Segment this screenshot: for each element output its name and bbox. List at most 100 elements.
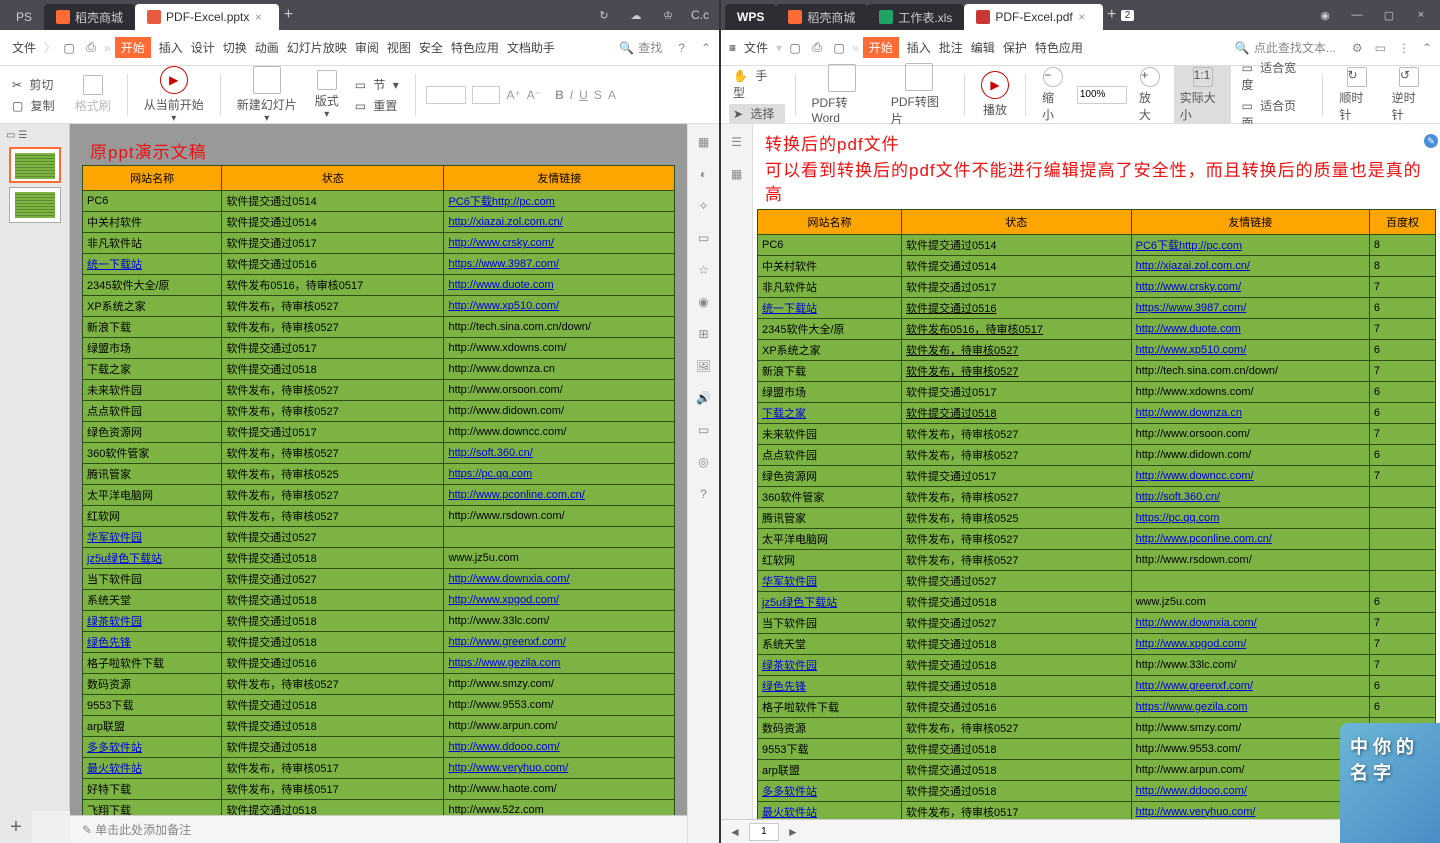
cell-link[interactable]: http://www.crsky.com/ <box>1131 276 1369 297</box>
cell-link[interactable]: http://www.xpgod.com/ <box>1131 633 1369 654</box>
menu-item[interactable]: 插入 <box>155 41 187 55</box>
menu-item[interactable]: 保护 <box>999 41 1031 55</box>
tab-docer-r[interactable]: 稻壳商城 <box>776 4 867 30</box>
menu-start-r[interactable]: 开始 <box>863 37 899 58</box>
tab-ps[interactable]: PS <box>4 4 44 30</box>
cell-link[interactable]: http://www.xp510.com/ <box>1131 339 1369 360</box>
cell-link[interactable]: http://www.duote.com <box>1131 318 1369 339</box>
cell-link[interactable]: http://www.greenxf.com/ <box>1131 675 1369 696</box>
cell-link[interactable]: http://soft.360.cn/ <box>444 443 675 464</box>
save-icon[interactable]: ▢ <box>60 39 78 57</box>
cell-link[interactable]: http://www.ddooo.com/ <box>444 737 675 758</box>
strike-button[interactable]: S <box>594 88 602 102</box>
cell-link[interactable]: http://www.veryhuo.com/ <box>1131 801 1369 819</box>
save-icon[interactable]: ▢ <box>830 39 848 57</box>
tool-5-icon[interactable]: ☆ <box>694 260 714 280</box>
maximize-button[interactable]: ▢ <box>1374 4 1404 26</box>
play-pdf[interactable]: ▶播放 <box>975 69 1015 120</box>
bookmark-icon[interactable]: ☰ <box>727 132 747 152</box>
hand-tool[interactable]: ✋ 手型 <box>729 66 785 102</box>
tool-12-icon[interactable]: ? <box>694 484 714 504</box>
cell-link[interactable]: https://www.3987.com/ <box>1131 297 1369 318</box>
zoom-in[interactable]: +放大 <box>1133 65 1168 125</box>
cell-link[interactable]: https://www.gezila.com <box>1131 696 1369 717</box>
tool-2-icon[interactable]: ◐ <box>694 164 714 184</box>
font-shrink-icon[interactable]: A⁻ <box>527 88 541 102</box>
cell-link[interactable]: http://www.pconline.com.cn/ <box>444 485 675 506</box>
help-icon[interactable]: ? <box>678 41 685 55</box>
cell-link[interactable]: http://www.duote.com <box>444 275 675 296</box>
cell-link[interactable]: http://xiazai.zol.com.cn/ <box>1131 255 1369 276</box>
slide-thumb-1[interactable] <box>9 147 61 183</box>
cell-link[interactable]: https://pc.qq.com <box>1131 507 1369 528</box>
search-icon[interactable]: 🔍 <box>619 41 634 55</box>
cloud-icon[interactable]: ☁ <box>621 4 651 26</box>
layout-button[interactable]: 版式 ▾ <box>309 68 345 122</box>
minimize-button[interactable]: — <box>1342 4 1372 26</box>
menu-item[interactable]: 安全 <box>415 41 447 55</box>
reset-button[interactable]: ▭ 重置 <box>351 96 406 115</box>
menu-item[interactable]: 插入 <box>903 41 935 55</box>
settings-icon[interactable]: ⚙ <box>1352 41 1363 55</box>
search-placeholder[interactable]: 点此查找文本... <box>1254 39 1336 56</box>
cell-link[interactable]: http://soft.360.cn/ <box>1131 486 1369 507</box>
avatar-icon[interactable]: ◉ <box>1310 4 1340 26</box>
cut-button[interactable]: ✂ 剪切 <box>8 75 63 94</box>
cell-link[interactable]: https://www.3987.com/ <box>444 254 675 275</box>
menu-item[interactable]: 视图 <box>383 41 415 55</box>
collapse-icon[interactable]: ⌃ <box>1422 41 1432 55</box>
rotate-cw[interactable]: ↻顺时针 <box>1333 65 1379 125</box>
page-prev-icon[interactable]: ◄ <box>729 825 741 839</box>
slide-canvas[interactable]: 原ppt演示文稿 网站名称状态友情链接 PC6软件提交通过0514PC6下载ht… <box>70 124 687 815</box>
search-icon[interactable]: 🔍 <box>1235 41 1250 55</box>
menu-item[interactable]: 文档助手 <box>503 41 559 55</box>
fit-width[interactable]: ▭ 适合宽度 <box>1237 58 1312 94</box>
tab-pptx[interactable]: PDF-Excel.pptx× <box>135 4 279 30</box>
close-icon[interactable]: × <box>1073 10 1091 24</box>
tool-10-icon[interactable]: ▭ <box>694 420 714 440</box>
new-tab-button[interactable]: + <box>279 6 297 24</box>
section-button[interactable]: ▭ 节 ▾ <box>351 75 406 94</box>
thumb-icon[interactable]: ▦ <box>727 164 747 184</box>
bold-button[interactable]: B <box>555 88 564 102</box>
close-icon[interactable]: × <box>249 10 267 24</box>
more-icon[interactable]: ⋮ <box>1398 41 1410 55</box>
tab-docer[interactable]: 稻壳商城 <box>44 4 135 30</box>
menu-item[interactable]: 幻灯片放映 <box>283 41 351 55</box>
scroll-indicator-icon[interactable]: ✎ <box>1424 134 1438 148</box>
cell-link[interactable]: http://www.downxia.com/ <box>444 569 675 590</box>
tool-3-icon[interactable]: ✧ <box>694 196 714 216</box>
font-size-input[interactable] <box>472 86 500 104</box>
actual-size[interactable]: 1:1实际大小 <box>1174 65 1232 125</box>
new-tab-button[interactable]: + <box>1103 6 1121 24</box>
pdf-viewport[interactable]: ✎ 转换后的pdf文件 可以看到转换后的pdf文件不能进行编辑提高了安全性，而且… <box>753 124 1440 819</box>
collapse-icon[interactable]: ⌃ <box>701 41 711 55</box>
cell-link[interactable]: PC6下载http://pc.com <box>444 191 675 212</box>
cell-link[interactable]: http://www.ddooo.com/ <box>1131 780 1369 801</box>
menu-item[interactable]: 编辑 <box>967 41 999 55</box>
tool-1-icon[interactable]: ▦ <box>694 132 714 152</box>
cell-link[interactable]: http://www.crsky.com/ <box>444 233 675 254</box>
cell-link[interactable]: PC6下载http://pc.com <box>1131 234 1369 255</box>
tool-7-icon[interactable]: ⊞ <box>694 324 714 344</box>
menu-lines-icon[interactable]: ≡ <box>729 41 736 55</box>
page-number-input[interactable] <box>749 823 779 841</box>
underline-button[interactable]: U <box>579 88 588 102</box>
menu-start[interactable]: 开始 <box>115 37 151 58</box>
cell-link[interactable]: http://www.veryhuo.com/ <box>444 758 675 779</box>
tab-wps[interactable]: WPS <box>725 4 776 30</box>
menu-item[interactable]: 设计 <box>187 41 219 55</box>
page-next-icon[interactable]: ► <box>787 825 799 839</box>
menu-file[interactable]: 文件 <box>8 39 40 56</box>
menu-file-r[interactable]: 文件 <box>740 39 772 56</box>
font-color-button[interactable]: A <box>608 88 616 102</box>
tool-11-icon[interactable]: ◎ <box>694 452 714 472</box>
font-grow-icon[interactable]: A⁺ <box>506 88 520 102</box>
crown-icon[interactable]: ♔ <box>653 4 683 26</box>
notes-pane[interactable]: ✎ 单击此处添加备注 <box>70 815 687 843</box>
tool-9-icon[interactable]: 🔊 <box>694 388 714 408</box>
rotate-ccw[interactable]: ↺逆时针 <box>1386 65 1432 125</box>
print-icon[interactable]: ⎙ <box>82 39 100 57</box>
cell-link[interactable]: http://www.xpgod.com/ <box>444 590 675 611</box>
cell-link[interactable]: http://www.pconline.com.cn/ <box>1131 528 1369 549</box>
